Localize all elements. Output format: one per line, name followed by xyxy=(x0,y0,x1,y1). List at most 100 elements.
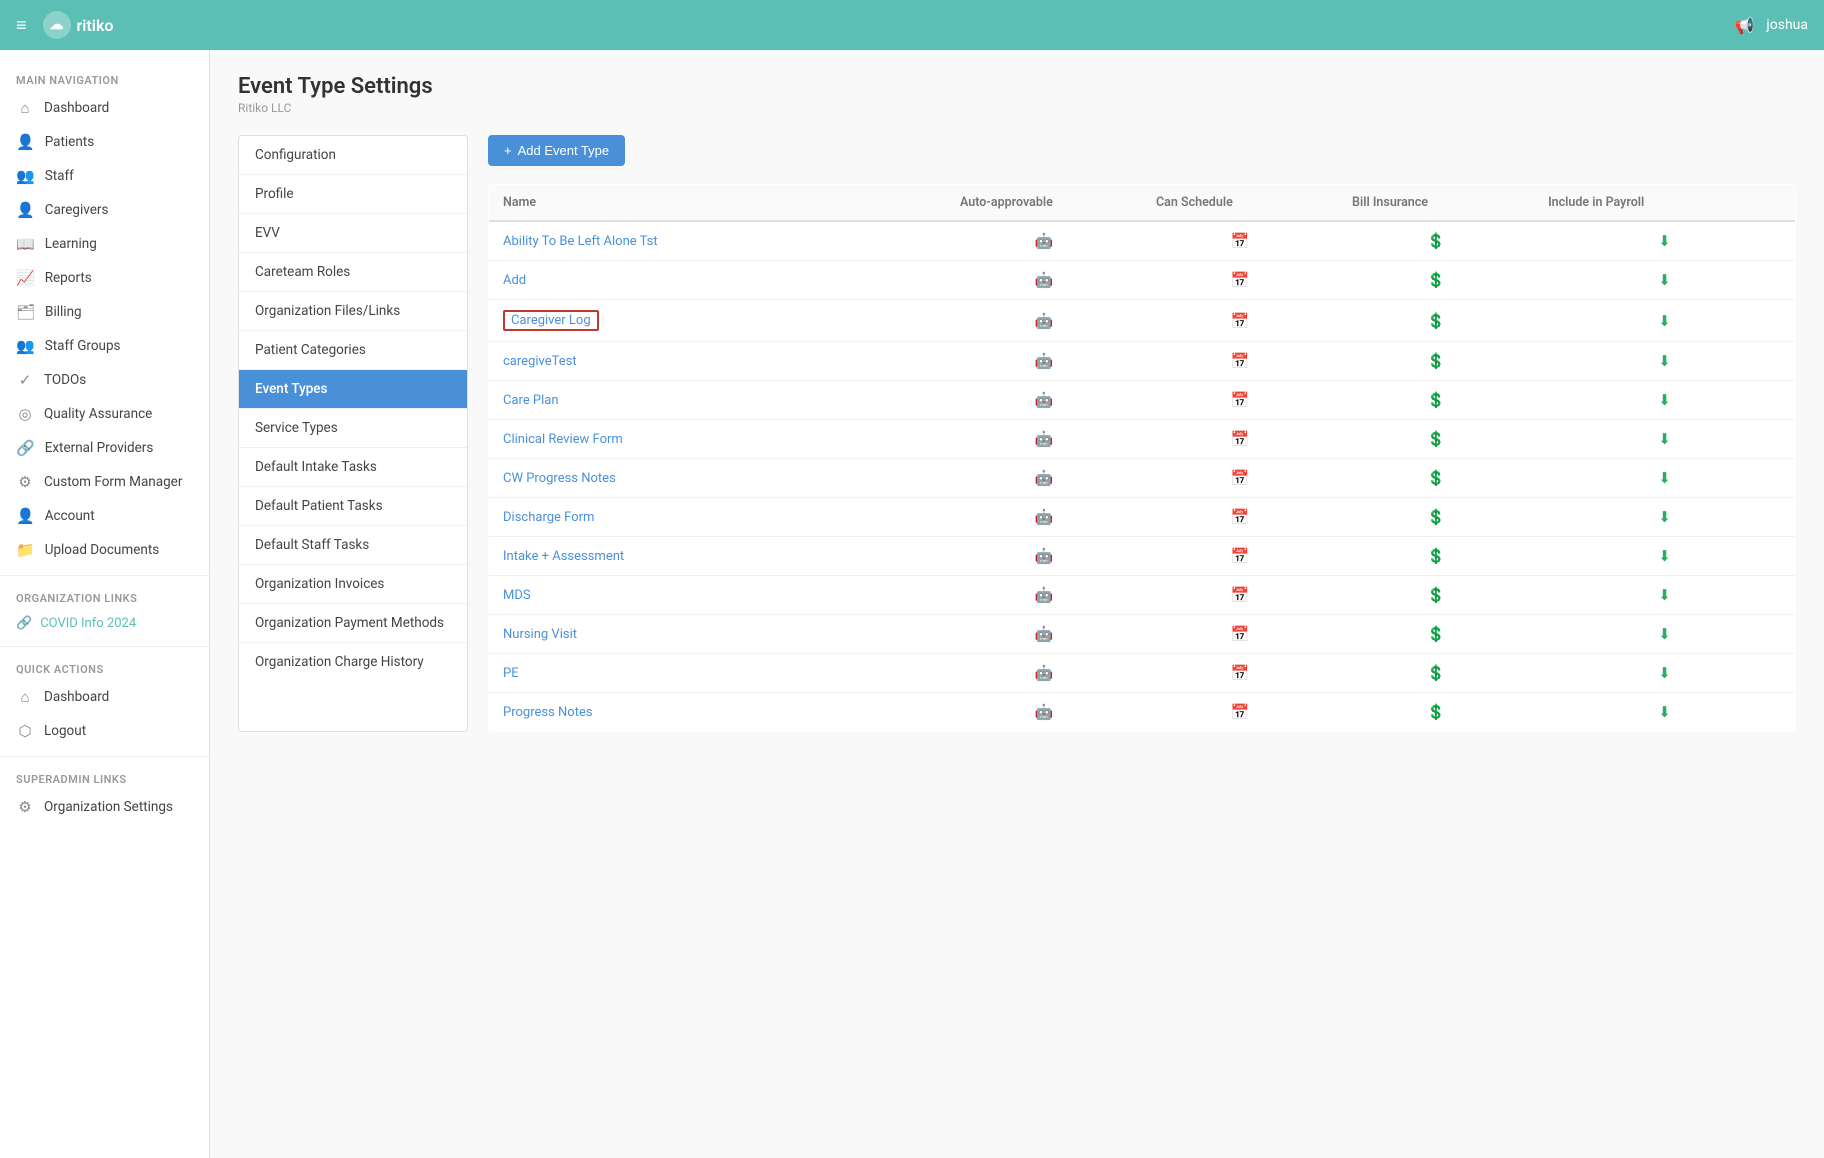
table-cell-name: Add xyxy=(489,261,946,300)
dollar-icon: 💲 xyxy=(1427,469,1446,487)
event-type-link[interactable]: Clinical Review Form xyxy=(503,432,623,447)
calendar-icon: 📅 xyxy=(1231,547,1250,565)
table-cell-include-in-payroll: ⬇ xyxy=(1534,576,1795,615)
robot-icon: 🤖 xyxy=(1035,271,1054,289)
sidebar-item-staff[interactable]: 👥 Staff xyxy=(0,159,209,193)
robot-icon: 🤖 xyxy=(1035,703,1054,721)
table-cell-include-in-payroll: ⬇ xyxy=(1534,693,1795,732)
sidebar-item-staff-groups[interactable]: 👥 Staff Groups xyxy=(0,329,209,363)
download-icon: ⬇ xyxy=(1658,312,1671,330)
config-item-service-types[interactable]: Service Types xyxy=(239,409,467,448)
sidebar-item-caregivers[interactable]: 👤 Caregivers xyxy=(0,193,209,227)
event-type-link[interactable]: Add xyxy=(503,273,526,288)
sidebar-item-patients[interactable]: 👤 Patients xyxy=(0,125,209,159)
table-cell-auto-approvable: 🤖 xyxy=(946,654,1142,693)
table-row: Ability To Be Left Alone Tst🤖📅💲⬇ xyxy=(489,221,1796,261)
calendar-icon: 📅 xyxy=(1231,232,1250,250)
config-item-default-staff-tasks[interactable]: Default Staff Tasks xyxy=(239,526,467,565)
robot-icon: 🤖 xyxy=(1035,232,1054,250)
event-type-link[interactable]: PE xyxy=(503,666,519,681)
config-item-org-payment-methods[interactable]: Organization Payment Methods xyxy=(239,604,467,643)
table-cell-bill-insurance: 💲 xyxy=(1338,615,1534,654)
sidebar-item-label: Upload Documents xyxy=(45,542,160,558)
event-type-link[interactable]: Caregiver Log xyxy=(503,310,599,331)
event-type-link[interactable]: Care Plan xyxy=(503,393,559,408)
sidebar-item-logout[interactable]: ⬡ Logout xyxy=(0,714,209,748)
config-item-careteam-roles[interactable]: Careteam Roles xyxy=(239,253,467,292)
sidebar-item-external-providers[interactable]: 🔗 External Providers xyxy=(0,431,209,465)
hamburger-icon[interactable]: ≡ xyxy=(16,15,27,36)
sidebar-item-label: Organization Settings xyxy=(44,799,173,815)
sidebar-item-label: Staff xyxy=(45,168,74,184)
sidebar-item-account[interactable]: 👤 Account xyxy=(0,499,209,533)
sidebar-item-dashboard[interactable]: ⌂ Dashboard xyxy=(0,91,209,125)
home-icon: ⌂ xyxy=(16,99,34,117)
sidebar-item-upload-documents[interactable]: 📁 Upload Documents xyxy=(0,533,209,567)
sidebar-item-quality-assurance[interactable]: ◎ Quality Assurance xyxy=(0,397,209,431)
config-item-configuration[interactable]: Configuration xyxy=(239,136,467,175)
download-icon: ⬇ xyxy=(1658,430,1671,448)
table-cell-bill-insurance: 💲 xyxy=(1338,459,1534,498)
sidebar-item-todos[interactable]: ✓ TODOs xyxy=(0,363,209,397)
event-type-link[interactable]: Nursing Visit xyxy=(503,627,577,642)
table-cell-bill-insurance: 💲 xyxy=(1338,221,1534,261)
table-cell-include-in-payroll: ⬇ xyxy=(1534,654,1795,693)
table-cell-can-schedule: 📅 xyxy=(1142,221,1338,261)
staff-groups-icon: 👥 xyxy=(16,337,35,355)
config-item-default-intake-tasks[interactable]: Default Intake Tasks xyxy=(239,448,467,487)
event-type-link[interactable]: caregiveTest xyxy=(503,354,577,369)
table-row: MDS🤖📅💲⬇ xyxy=(489,576,1796,615)
event-type-link[interactable]: Intake + Assessment xyxy=(503,549,624,564)
staff-icon: 👥 xyxy=(16,167,35,185)
event-type-link[interactable]: Progress Notes xyxy=(503,705,593,720)
dollar-icon: 💲 xyxy=(1427,352,1446,370)
table-cell-bill-insurance: 💲 xyxy=(1338,300,1534,342)
config-item-org-charge-history[interactable]: Organization Charge History xyxy=(239,643,467,681)
sidebar-item-custom-form-manager[interactable]: ⚙ Custom Form Manager xyxy=(0,465,209,499)
config-item-org-invoices[interactable]: Organization Invoices xyxy=(239,565,467,604)
download-icon: ⬇ xyxy=(1658,586,1671,604)
table-cell-include-in-payroll: ⬇ xyxy=(1534,615,1795,654)
calendar-icon: 📅 xyxy=(1231,469,1250,487)
main-content: Event Type Settings Ritiko LLC Configura… xyxy=(210,50,1824,1158)
table-row: Discharge Form🤖📅💲⬇ xyxy=(489,498,1796,537)
col-header-name: Name xyxy=(489,185,946,222)
event-type-link[interactable]: CW Progress Notes xyxy=(503,471,616,486)
sidebar-item-qa-dashboard[interactable]: ⌂ Dashboard xyxy=(0,680,209,714)
settings-icon: ⚙ xyxy=(16,798,34,816)
reports-icon: 📈 xyxy=(16,269,35,287)
table-cell-name: Intake + Assessment xyxy=(489,537,946,576)
billing-icon: 🗂 xyxy=(16,303,35,321)
table-cell-can-schedule: 📅 xyxy=(1142,693,1338,732)
config-item-patient-categories[interactable]: Patient Categories xyxy=(239,331,467,370)
sidebar-item-label: Patients xyxy=(45,134,95,150)
table-cell-auto-approvable: 🤖 xyxy=(946,615,1142,654)
table-cell-include-in-payroll: ⬇ xyxy=(1534,498,1795,537)
event-type-link[interactable]: MDS xyxy=(503,588,531,603)
page-title: Event Type Settings xyxy=(238,74,1796,99)
config-item-event-types[interactable]: Event Types xyxy=(239,370,467,409)
sidebar-item-billing[interactable]: 🗂 Billing xyxy=(0,295,209,329)
config-item-evv[interactable]: EVV xyxy=(239,214,467,253)
config-item-profile[interactable]: Profile xyxy=(239,175,467,214)
download-icon: ⬇ xyxy=(1658,703,1671,721)
table-cell-include-in-payroll: ⬇ xyxy=(1534,300,1795,342)
table-cell-name: PE xyxy=(489,654,946,693)
topnav-right: 📢 joshua xyxy=(1734,16,1808,35)
event-type-link[interactable]: Discharge Form xyxy=(503,510,594,525)
add-event-type-button[interactable]: + Add Event Type xyxy=(488,135,625,166)
table-cell-include-in-payroll: ⬇ xyxy=(1534,459,1795,498)
config-item-default-patient-tasks[interactable]: Default Patient Tasks xyxy=(239,487,467,526)
notification-icon[interactable]: 📢 xyxy=(1734,16,1754,35)
sidebar-item-label: Caregivers xyxy=(45,202,109,218)
upload-icon: 📁 xyxy=(16,541,35,559)
sidebar-item-learning[interactable]: 📖 Learning xyxy=(0,227,209,261)
org-link-covid[interactable]: 🔗 COVID Info 2024 xyxy=(0,609,209,638)
sidebar-item-reports[interactable]: 📈 Reports xyxy=(0,261,209,295)
config-item-org-files[interactable]: Organization Files/Links xyxy=(239,292,467,331)
sidebar-item-org-settings[interactable]: ⚙ Organization Settings xyxy=(0,790,209,824)
event-type-link[interactable]: Ability To Be Left Alone Tst xyxy=(503,234,658,249)
table-cell-auto-approvable: 🤖 xyxy=(946,342,1142,381)
dollar-icon: 💲 xyxy=(1427,703,1446,721)
table-cell-auto-approvable: 🤖 xyxy=(946,221,1142,261)
